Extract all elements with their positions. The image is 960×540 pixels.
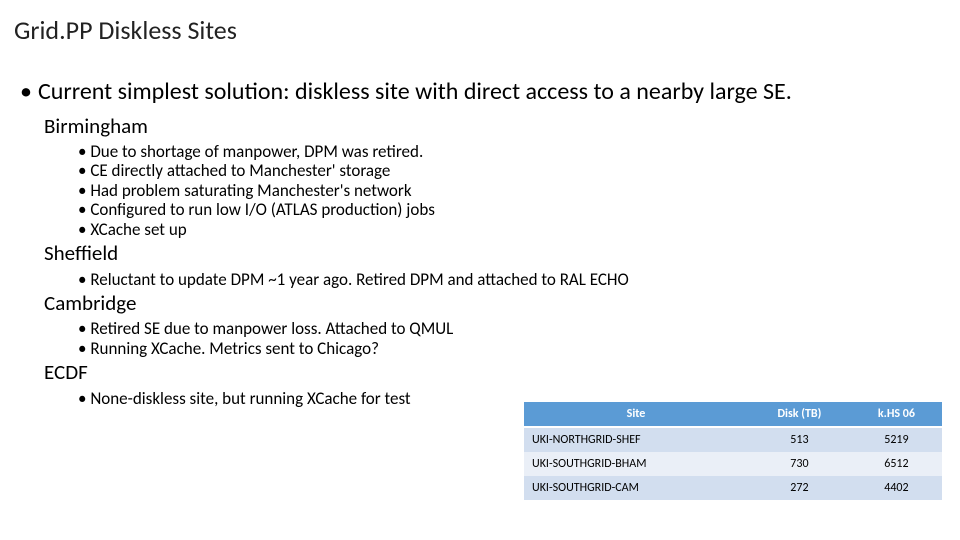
main-bullet-text: Current simplest solution: diskless site… [38,77,792,106]
list-item: CE directly attached to Manchester' stor… [64,161,940,181]
main-bullet: •Current simplest solution: diskless sit… [20,78,940,106]
slide-body: •Current simplest solution: diskless sit… [20,78,940,409]
site-table: Site Disk (TB) k.HS 06 UKI-NORTHGRID-SHE… [524,402,942,500]
list-item: Running XCache. Metrics sent to Chicago? [64,339,940,359]
col-header-hs06: k.HS 06 [851,402,942,427]
cell-site: UKI-SOUTHGRID-CAM [524,476,748,500]
cell-site: UKI-SOUTHGRID-BHAM [524,452,748,476]
section-heading-cambridge: Cambridge [44,291,940,315]
table-row: UKI-NORTHGRID-SHEF 513 5219 [524,427,942,452]
table-row: UKI-SOUTHGRID-CAM 272 4402 [524,476,942,500]
cell-hs: 4402 [851,476,942,500]
section-heading-birmingham: Birmingham [44,114,940,138]
cell-disk: 730 [748,452,851,476]
table-row: UKI-SOUTHGRID-BHAM 730 6512 [524,452,942,476]
page-title: Grid.PP Diskless Sites [14,14,237,46]
cell-hs: 5219 [851,427,942,452]
list-item: Had problem saturating Manchester's netw… [64,181,940,201]
list-item: Configured to run low I/O (ATLAS product… [64,200,940,220]
cell-site: UKI-NORTHGRID-SHEF [524,427,748,452]
cell-disk: 272 [748,476,851,500]
cell-disk: 513 [748,427,851,452]
col-header-site: Site [524,402,748,427]
section-heading-sheffield: Sheffield [44,241,940,265]
list-item: XCache set up [64,220,940,240]
col-header-disk: Disk (TB) [748,402,851,427]
list-item: Reluctant to update DPM ~1 year ago. Ret… [64,270,940,290]
bullet-dot-icon: • [20,78,38,106]
cell-hs: 6512 [851,452,942,476]
slide: Grid.PP Diskless Sites •Current simplest… [0,0,960,540]
section-heading-ecdf: ECDF [44,360,940,384]
section-items-sheffield: Reluctant to update DPM ~1 year ago. Ret… [64,270,940,290]
section-items-birmingham: Due to shortage of manpower, DPM was ret… [64,142,940,240]
table-header-row: Site Disk (TB) k.HS 06 [524,402,942,427]
section-items-cambridge: Retired SE due to manpower loss. Attache… [64,319,940,358]
list-item: Due to shortage of manpower, DPM was ret… [64,142,940,162]
list-item: Retired SE due to manpower loss. Attache… [64,319,940,339]
